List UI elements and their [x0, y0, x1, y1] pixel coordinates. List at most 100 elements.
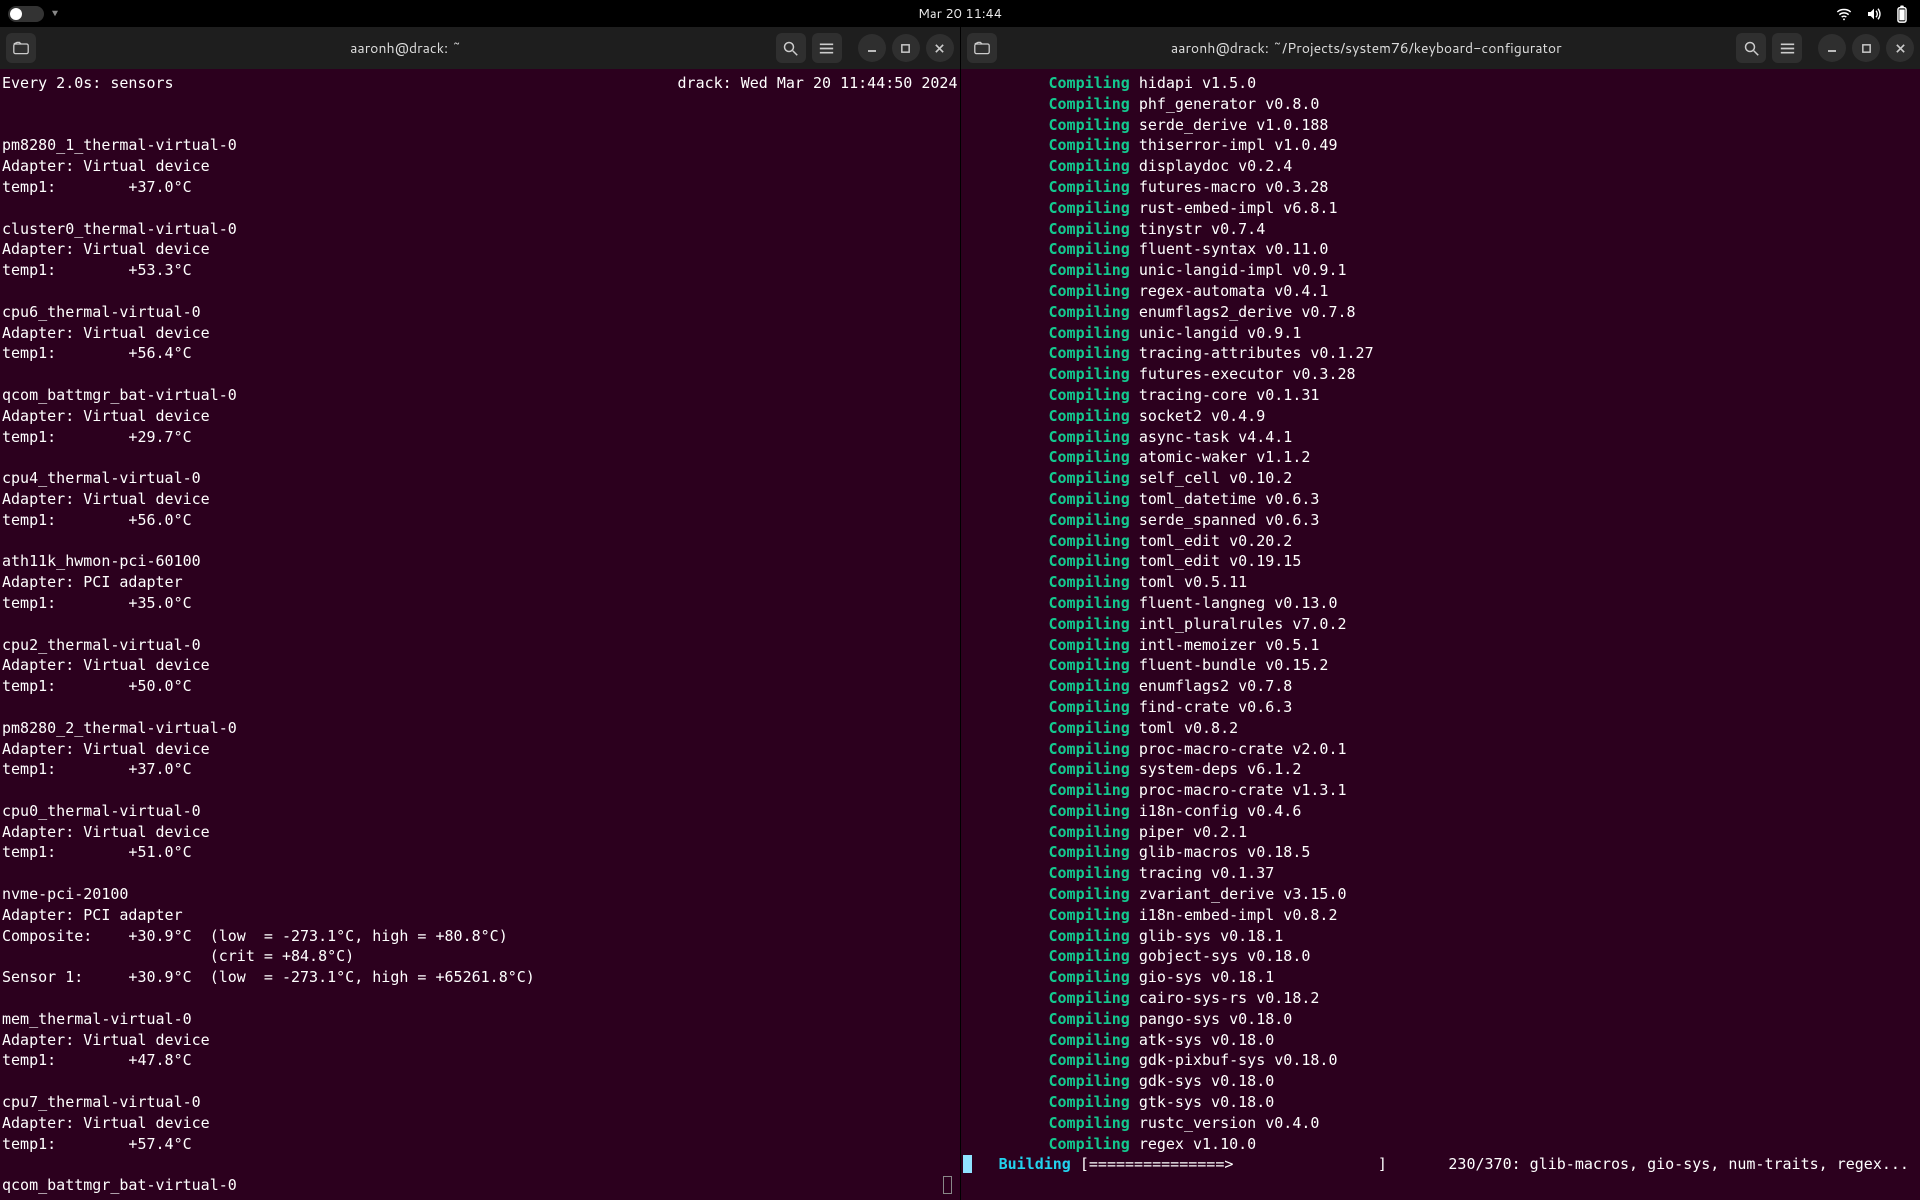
- sensor-name: cluster0_thermal-virtual-0: [2, 220, 237, 238]
- crate-name: regex v1.10.0: [1139, 1135, 1256, 1153]
- hamburger-menu-button[interactable]: [1772, 33, 1802, 63]
- sensor-name: qcom_battmgr_bat-virtual-0: [2, 386, 237, 404]
- crate-name: gio-sys v0.18.1: [1139, 968, 1274, 986]
- crate-name: tracing-core v0.1.31: [1139, 386, 1320, 404]
- minimize-button[interactable]: [1818, 34, 1846, 62]
- compiling-label: Compiling: [1049, 261, 1130, 279]
- sensor-adapter: Adapter: Virtual device: [2, 740, 210, 758]
- compiling-label: Compiling: [1049, 927, 1130, 945]
- compiling-label: Compiling: [1049, 303, 1130, 321]
- crate-name: fluent-syntax v0.11.0: [1139, 240, 1329, 258]
- compiling-label: Compiling: [1049, 220, 1130, 238]
- crate-name: piper v0.2.1: [1139, 823, 1247, 841]
- compiling-label: Compiling: [1049, 864, 1130, 882]
- compiling-label: Compiling: [1049, 906, 1130, 924]
- compiling-label: Compiling: [1049, 344, 1130, 362]
- crate-name: find-crate v0.6.3: [1139, 698, 1293, 716]
- workspace-pill[interactable]: [8, 6, 44, 22]
- compiling-label: Compiling: [1049, 240, 1130, 258]
- maximize-button[interactable]: [892, 34, 920, 62]
- crate-name: rust-embed-impl v6.8.1: [1139, 199, 1338, 217]
- sensor-name: cpu4_thermal-virtual-0: [2, 469, 201, 487]
- sensor-name: cpu2_thermal-virtual-0: [2, 636, 201, 654]
- crate-name: phf_generator v0.8.0: [1139, 95, 1320, 113]
- wifi-icon[interactable]: [1836, 7, 1852, 21]
- compiling-label: Compiling: [1049, 407, 1130, 425]
- right-terminal[interactable]: Compiling hidapi v1.5.0 Compiling phf_ge…: [961, 69, 1920, 1200]
- compiling-label: Compiling: [1049, 552, 1130, 570]
- sensor-adapter: Adapter: Virtual device: [2, 324, 210, 342]
- compiling-label: Compiling: [1049, 532, 1130, 550]
- crate-name: glib-sys v0.18.1: [1139, 927, 1284, 945]
- search-button[interactable]: [776, 33, 806, 63]
- new-tab-button[interactable]: [967, 33, 997, 63]
- sensor-adapter: Adapter: Virtual device: [2, 240, 210, 258]
- compiling-label: Compiling: [1049, 136, 1130, 154]
- compiling-label: Compiling: [1049, 282, 1130, 300]
- system-topbar: Mar 20 11:44: [0, 0, 1920, 27]
- dropdown-icon: [52, 11, 58, 16]
- crate-name: zvariant_derive v3.15.0: [1139, 885, 1347, 903]
- sensor-adapter: Adapter: Virtual device: [2, 157, 210, 175]
- compiling-label: Compiling: [1049, 573, 1130, 591]
- crate-name: rustc_version v0.4.0: [1139, 1114, 1320, 1132]
- crate-name: gtk-sys v0.18.0: [1139, 1093, 1274, 1111]
- compiling-label: Compiling: [1049, 1135, 1130, 1153]
- crate-name: self_cell v0.10.2: [1139, 469, 1293, 487]
- minimize-button[interactable]: [858, 34, 886, 62]
- compiling-label: Compiling: [1049, 1051, 1130, 1069]
- close-button[interactable]: [1886, 34, 1914, 62]
- crate-name: fluent-langneg v0.13.0: [1139, 594, 1338, 612]
- crate-name: fluent-bundle v0.15.2: [1139, 656, 1329, 674]
- crate-name: atk-sys v0.18.0: [1139, 1031, 1274, 1049]
- compiling-label: Compiling: [1049, 740, 1130, 758]
- compiling-label: Compiling: [1049, 1093, 1130, 1111]
- compiling-label: Compiling: [1049, 823, 1130, 841]
- sensor-reading: Composite: +30.9°C (low = -273.1°C, high…: [2, 927, 508, 945]
- compiling-label: Compiling: [1049, 511, 1130, 529]
- crate-name: socket2 v0.4.9: [1139, 407, 1265, 425]
- watch-timestamp: drack: Wed Mar 20 11:44:50 2024: [678, 73, 958, 94]
- left-terminal[interactable]: Every 2.0s: sensorsdrack: Wed Mar 20 11:…: [0, 69, 960, 1200]
- volume-icon[interactable]: [1866, 7, 1882, 21]
- sensor-name: ath11k_hwmon-pci-60100: [2, 552, 201, 570]
- compiling-label: Compiling: [1049, 365, 1130, 383]
- crate-name: tinystr v0.7.4: [1139, 220, 1265, 238]
- crate-name: pango-sys v0.18.0: [1139, 1010, 1293, 1028]
- compiling-label: Compiling: [1049, 843, 1130, 861]
- sensor-adapter: Adapter: Virtual device: [2, 1114, 210, 1132]
- battery-icon[interactable]: [1896, 5, 1908, 23]
- right-pane: aaronh@drack: ~/Projects/system76/keyboa…: [960, 27, 1920, 1200]
- crate-name: unic-langid-impl v0.9.1: [1139, 261, 1347, 279]
- crate-name: gdk-pixbuf-sys v0.18.0: [1139, 1051, 1338, 1069]
- sensor-reading: temp1: +47.8°C: [2, 1051, 192, 1069]
- sensor-reading: temp1: +37.0°C: [2, 178, 192, 196]
- search-button[interactable]: [1736, 33, 1766, 63]
- right-headerbar: aaronh@drack: ~/Projects/system76/keyboa…: [961, 27, 1920, 69]
- crate-name: unic-langid v0.9.1: [1139, 324, 1302, 342]
- compiling-label: Compiling: [1049, 698, 1130, 716]
- compiling-label: Compiling: [1049, 1031, 1130, 1049]
- crate-name: proc-macro-crate v1.3.1: [1139, 781, 1347, 799]
- sensor-reading: temp1: +35.0°C: [2, 594, 192, 612]
- cursor-icon: [963, 1155, 972, 1173]
- workarea: aaronh@drack: ~ Every 2.0s: sensorsdrack…: [0, 27, 1920, 1200]
- compiling-label: Compiling: [1049, 615, 1130, 633]
- sensor-adapter: Adapter: Virtual device: [2, 656, 210, 674]
- building-label: Building: [999, 1155, 1071, 1173]
- compiling-label: Compiling: [1049, 324, 1130, 342]
- clock[interactable]: Mar 20 11:44: [918, 5, 1002, 23]
- crate-name: serde_derive v1.0.188: [1139, 116, 1329, 134]
- compiling-label: Compiling: [1049, 781, 1130, 799]
- compiling-label: Compiling: [1049, 1010, 1130, 1028]
- new-tab-button[interactable]: [6, 33, 36, 63]
- sensor-adapter: Adapter: Virtual device: [2, 823, 210, 841]
- sensor-name: cpu0_thermal-virtual-0: [2, 802, 201, 820]
- crate-name: regex-automata v0.4.1: [1139, 282, 1329, 300]
- maximize-button[interactable]: [1852, 34, 1880, 62]
- close-button[interactable]: [926, 34, 954, 62]
- sensor-name: cpu6_thermal-virtual-0: [2, 303, 201, 321]
- compiling-label: Compiling: [1049, 947, 1130, 965]
- crate-name: intl_pluralrules v7.0.2: [1139, 615, 1347, 633]
- hamburger-menu-button[interactable]: [812, 33, 842, 63]
